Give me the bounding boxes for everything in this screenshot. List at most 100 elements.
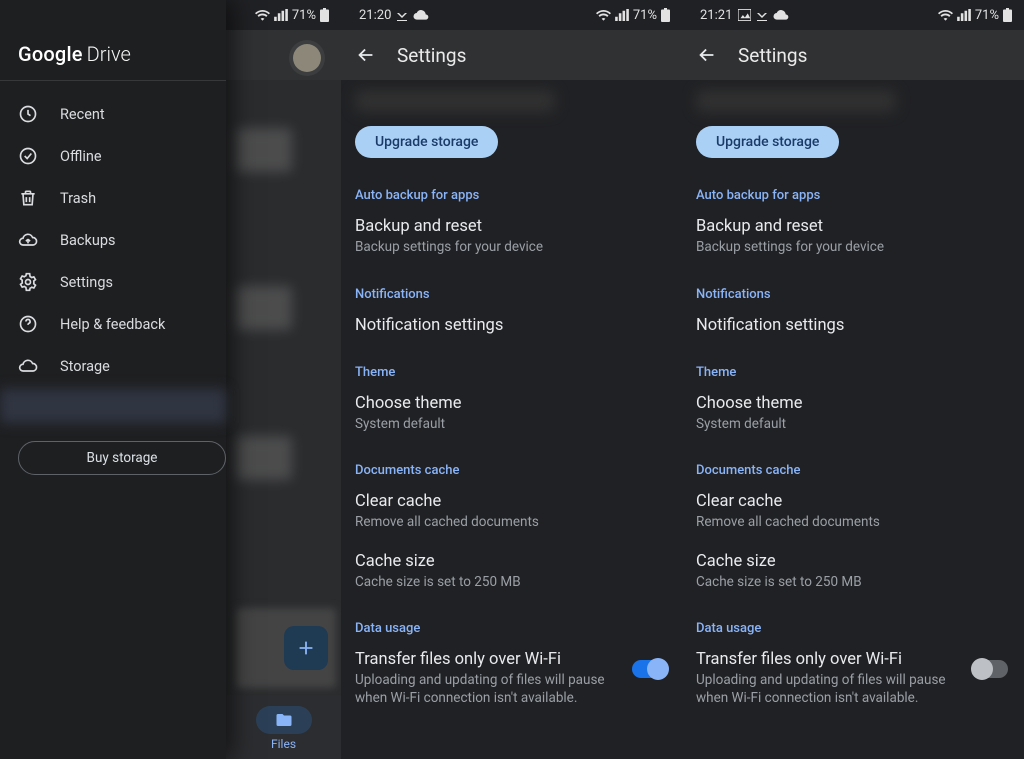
account-blur	[696, 90, 896, 112]
signal-icon	[957, 9, 971, 21]
section-doccache: Documents cache	[355, 463, 668, 478]
nav-storage[interactable]: Storage	[0, 345, 226, 387]
nav-settings[interactable]: Settings	[0, 261, 226, 303]
item-wifi-only[interactable]: Transfer files only over Wi-Fi Uploading…	[696, 650, 1010, 707]
status-battery-pct: 71%	[292, 8, 316, 23]
signal-icon	[615, 9, 629, 21]
item-cache-size[interactable]: Cache size Cache size is set to 250 MB	[696, 552, 1010, 592]
offline-icon	[18, 146, 38, 166]
fab-add[interactable]	[284, 626, 328, 670]
section-autobackup: Auto backup for apps	[355, 188, 668, 203]
item-notification-settings[interactable]: Notification settings	[696, 316, 1010, 335]
item-sub: Uploading and updating of files will pau…	[355, 672, 612, 707]
item-title: Backup and reset	[696, 217, 1010, 236]
status-time: 21:20	[359, 8, 391, 23]
nav-help[interactable]: Help & feedback	[0, 303, 226, 345]
wifi-icon	[596, 9, 611, 21]
nav-trash[interactable]: Trash	[0, 177, 226, 219]
item-clear-cache[interactable]: Clear cache Remove all cached documents	[355, 492, 668, 532]
trash-icon	[18, 188, 38, 208]
item-backup-reset[interactable]: Backup and reset Backup settings for you…	[355, 217, 668, 257]
item-title: Clear cache	[355, 492, 668, 511]
status-time: 21:21	[700, 8, 732, 23]
wifi-toggle[interactable]	[974, 660, 1008, 678]
bottom-nav: Files	[226, 695, 341, 759]
item-wifi-only[interactable]: Transfer files only over Wi-Fi Uploading…	[355, 650, 668, 707]
nav-backups-label: Backups	[60, 232, 115, 249]
status-battery-pct: 71%	[633, 8, 657, 23]
wifi-icon	[255, 9, 270, 21]
nav-recent[interactable]: Recent	[0, 93, 226, 135]
cloud-icon	[18, 356, 38, 376]
status-bar: 21:20 71%	[341, 0, 682, 30]
item-sub: System default	[696, 416, 1010, 434]
item-title: Cache size	[355, 552, 668, 571]
wifi-icon	[938, 9, 953, 21]
download-icon	[397, 9, 407, 21]
nav-help-label: Help & feedback	[60, 316, 165, 333]
settings-body[interactable]: Upgrade storage Auto backup for apps Bac…	[341, 80, 682, 759]
item-choose-theme[interactable]: Choose theme System default	[355, 394, 668, 434]
item-notification-settings[interactable]: Notification settings	[355, 316, 668, 335]
item-title: Clear cache	[696, 492, 1010, 511]
nav-offline[interactable]: Offline	[0, 135, 226, 177]
nav-trash-label: Trash	[60, 190, 96, 207]
battery-icon	[320, 8, 329, 22]
help-icon	[18, 314, 38, 334]
brand-drive: Drive	[87, 42, 131, 66]
battery-icon	[661, 8, 670, 22]
battery-icon	[1003, 8, 1012, 22]
status-bar: 21:21 71%	[682, 0, 1024, 30]
nav-recent-label: Recent	[60, 106, 105, 123]
section-theme: Theme	[355, 365, 668, 380]
section-doccache: Documents cache	[696, 463, 1010, 478]
section-datausage: Data usage	[696, 621, 1010, 636]
item-sub: Backup settings for your device	[696, 239, 1010, 257]
item-sub: Remove all cached documents	[696, 514, 1010, 532]
gear-icon	[18, 272, 38, 292]
item-title: Transfer files only over Wi-Fi	[696, 650, 954, 669]
item-choose-theme[interactable]: Choose theme System default	[696, 394, 1010, 434]
back-button[interactable]	[696, 44, 718, 66]
settings-title: Settings	[738, 44, 807, 67]
section-autobackup: Auto backup for apps	[696, 188, 1010, 203]
settings-header: Settings	[682, 30, 1024, 80]
item-title: Notification settings	[355, 316, 668, 335]
pane-drawer: Files 21:21 71% Google Drive	[0, 0, 341, 759]
section-notifications: Notifications	[696, 287, 1010, 302]
item-cache-size[interactable]: Cache size Cache size is set to 250 MB	[355, 552, 668, 592]
item-sub: System default	[355, 416, 668, 434]
item-sub: Uploading and updating of files will pau…	[696, 672, 954, 707]
wifi-toggle[interactable]	[632, 660, 666, 678]
item-sub: Remove all cached documents	[355, 514, 668, 532]
settings-title: Settings	[397, 44, 466, 67]
item-sub: Cache size is set to 250 MB	[355, 574, 668, 592]
item-title: Transfer files only over Wi-Fi	[355, 650, 612, 669]
item-sub: Cache size is set to 250 MB	[696, 574, 1010, 592]
section-notifications: Notifications	[355, 287, 668, 302]
settings-body[interactable]: Upgrade storage Auto backup for apps Bac…	[682, 80, 1024, 759]
section-theme: Theme	[696, 365, 1010, 380]
item-title: Choose theme	[355, 394, 668, 413]
signal-icon	[274, 9, 288, 21]
pane-settings-on: 21:20 71% Settings Upgrade storage Auto …	[341, 0, 682, 759]
pane-settings-off: 21:21 71% Settings Upgrade storage Auto …	[682, 0, 1024, 759]
cloud-icon	[413, 9, 429, 21]
back-button[interactable]	[355, 44, 377, 66]
upgrade-storage-button[interactable]: Upgrade storage	[355, 126, 498, 158]
upgrade-storage-button[interactable]: Upgrade storage	[696, 126, 839, 158]
section-datausage: Data usage	[355, 621, 668, 636]
item-clear-cache[interactable]: Clear cache Remove all cached documents	[696, 492, 1010, 532]
item-title: Choose theme	[696, 394, 1010, 413]
buy-storage-button[interactable]: Buy storage	[18, 441, 226, 475]
storage-detail-blur	[0, 389, 226, 423]
clock-icon	[18, 104, 38, 124]
item-backup-reset[interactable]: Backup and reset Backup settings for you…	[696, 217, 1010, 257]
bottom-nav-files[interactable]: Files	[256, 706, 312, 751]
nav-offline-label: Offline	[60, 148, 102, 165]
avatar[interactable]	[289, 40, 325, 76]
status-battery-pct: 71%	[975, 8, 999, 23]
nav-backups[interactable]: Backups	[0, 219, 226, 261]
nav-drawer: Google Drive Recent Offline Trash	[0, 0, 226, 759]
image-icon	[738, 9, 751, 21]
